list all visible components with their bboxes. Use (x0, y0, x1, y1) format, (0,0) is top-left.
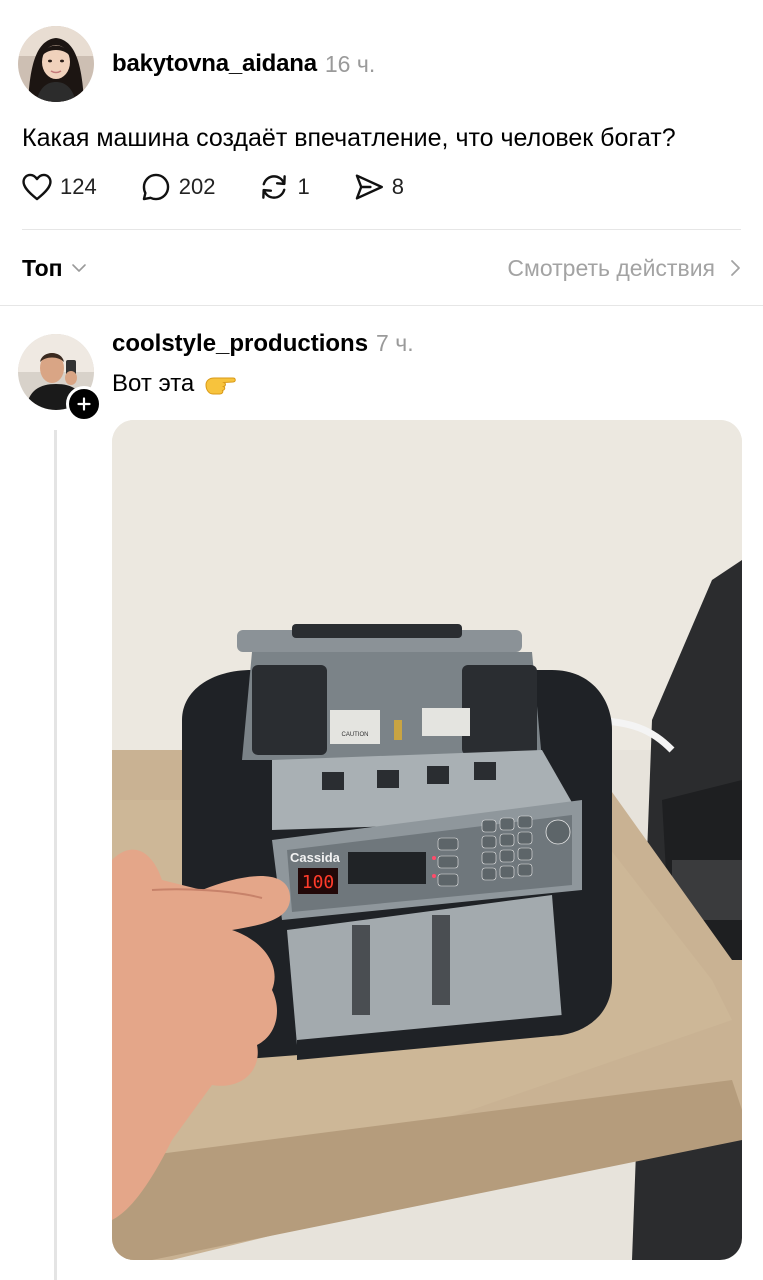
post-text: Какая машина создаёт впечатление, что че… (22, 124, 676, 152)
reply-photo[interactable]: CAUTION Cassida 100 (112, 420, 742, 1260)
comment-icon (142, 173, 169, 201)
pointing-hand-emoji-icon (205, 377, 237, 395)
post-header: bakytovna_aidana 16 ч. (18, 26, 375, 102)
post-actions: 124 202 1 8 (20, 170, 446, 204)
divider (22, 229, 741, 230)
thread-line (54, 430, 57, 1280)
counter-display: 100 (302, 872, 335, 893)
brand-label: Cassida (290, 850, 341, 865)
sort-label: Топ (22, 254, 63, 281)
view-activity-link[interactable]: Смотреть действия (507, 255, 741, 282)
comment-button[interactable]: 202 (139, 170, 216, 204)
like-button[interactable]: 124 (20, 170, 97, 204)
thread-page: bakytovna_aidana 16 ч. Какая машина созд… (0, 0, 763, 1280)
author-username[interactable]: bakytovna_aidana (112, 50, 317, 78)
plus-icon (77, 397, 91, 411)
follow-button[interactable] (66, 386, 102, 422)
share-button[interactable]: 8 (352, 170, 404, 204)
like-count: 124 (60, 174, 97, 199)
chevron-down-icon (71, 264, 86, 272)
post-timestamp: 16 ч. (324, 50, 376, 77)
reply-text: Вот эта (112, 370, 195, 397)
reply-username[interactable]: coolstyle_productions (112, 330, 368, 358)
author-avatar[interactable] (18, 26, 94, 102)
chevron-right-icon (731, 260, 740, 276)
send-icon (355, 174, 383, 200)
heart-icon (22, 173, 52, 201)
reply-avatar-container (18, 334, 102, 422)
reply-timestamp: 7 ч. (376, 330, 414, 356)
view-activity-label: Смотреть действия (507, 254, 715, 281)
caution-label: CAUTION (342, 732, 369, 738)
divider (0, 305, 763, 306)
repost-count: 1 (297, 174, 310, 199)
replies-sort-bar: Топ Смотреть действия (22, 248, 741, 288)
repost-button[interactable]: 1 (257, 170, 310, 204)
share-count: 8 (391, 174, 404, 199)
reply-header: coolstyle_productions 7 ч. (112, 330, 414, 358)
repost-icon (262, 175, 287, 199)
sort-dropdown[interactable]: Топ (22, 255, 87, 282)
comment-count: 202 (178, 174, 216, 199)
reply-text-row: Вот эта (112, 370, 238, 398)
